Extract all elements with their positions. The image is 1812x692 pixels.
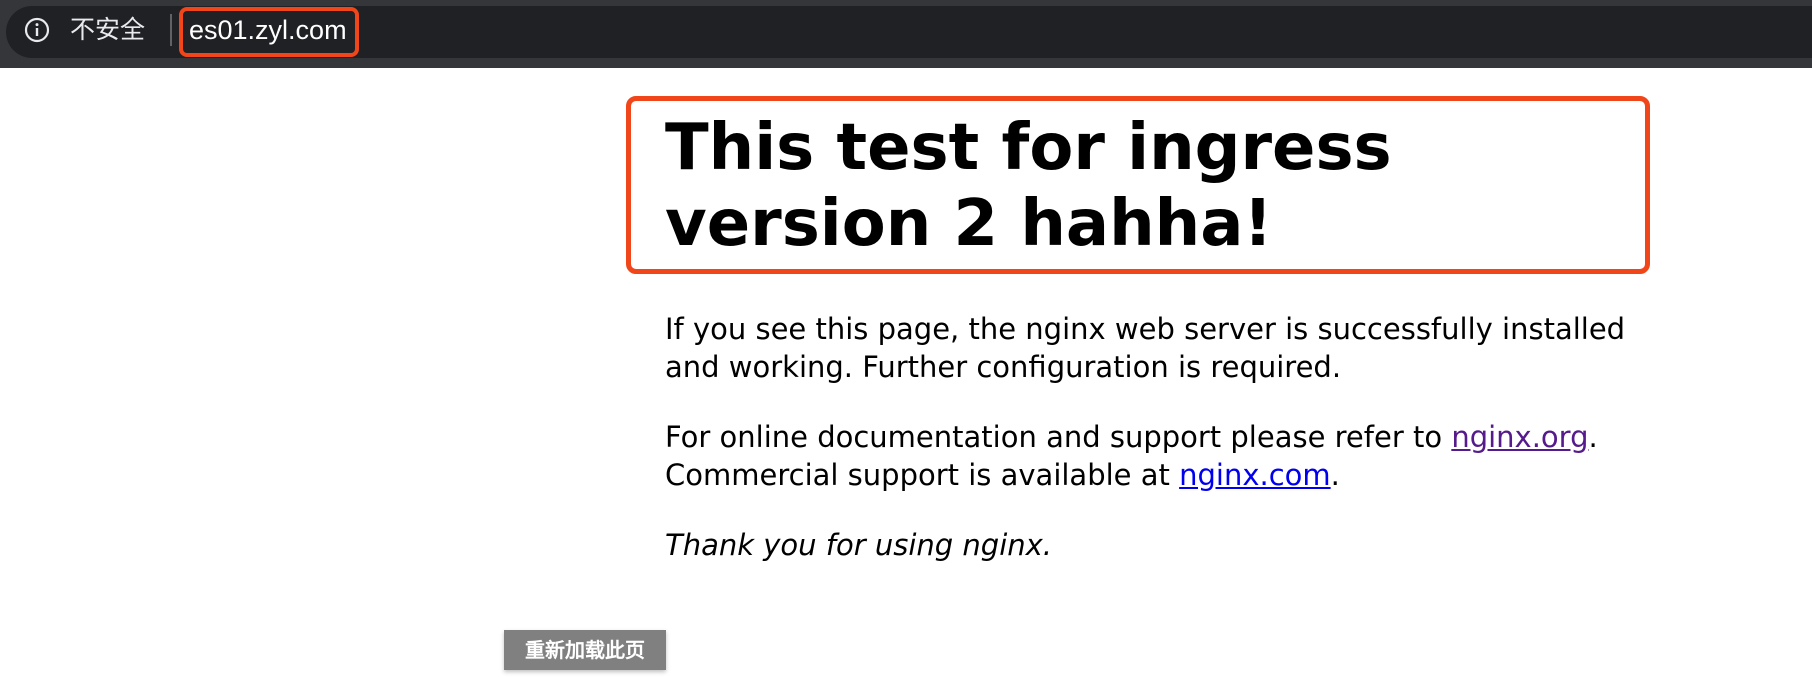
security-status-label[interactable]: 不安全: [70, 12, 145, 48]
info-icon[interactable]: [24, 17, 50, 43]
commercial-period: .: [1330, 458, 1340, 492]
commercial-support-text: Commercial support is available at: [665, 458, 1180, 492]
nginx-com-link[interactable]: nginx.com: [1179, 458, 1331, 492]
nginx-org-link[interactable]: nginx.org: [1451, 420, 1588, 454]
support-period: .: [1588, 420, 1598, 454]
page-title: This test for ingress version 2 hahha!: [665, 111, 1392, 261]
url-highlight-annotation: [179, 7, 359, 57]
reload-page-button[interactable]: 重新加载此页: [504, 630, 666, 670]
address-bar: 不安全 es01.zyl.com: [0, 0, 1812, 68]
page-content: This test for ingress version 2 hahha! I…: [665, 110, 1665, 562]
thanks-text: Thank you for using nginx.: [665, 528, 1053, 562]
support-text: For online documentation and support ple…: [665, 420, 1452, 454]
support-paragraph: For online documentation and support ple…: [665, 418, 1665, 494]
omnibox-divider: [170, 14, 172, 46]
intro-paragraph: If you see this page, the nginx web serv…: [665, 312, 1626, 384]
